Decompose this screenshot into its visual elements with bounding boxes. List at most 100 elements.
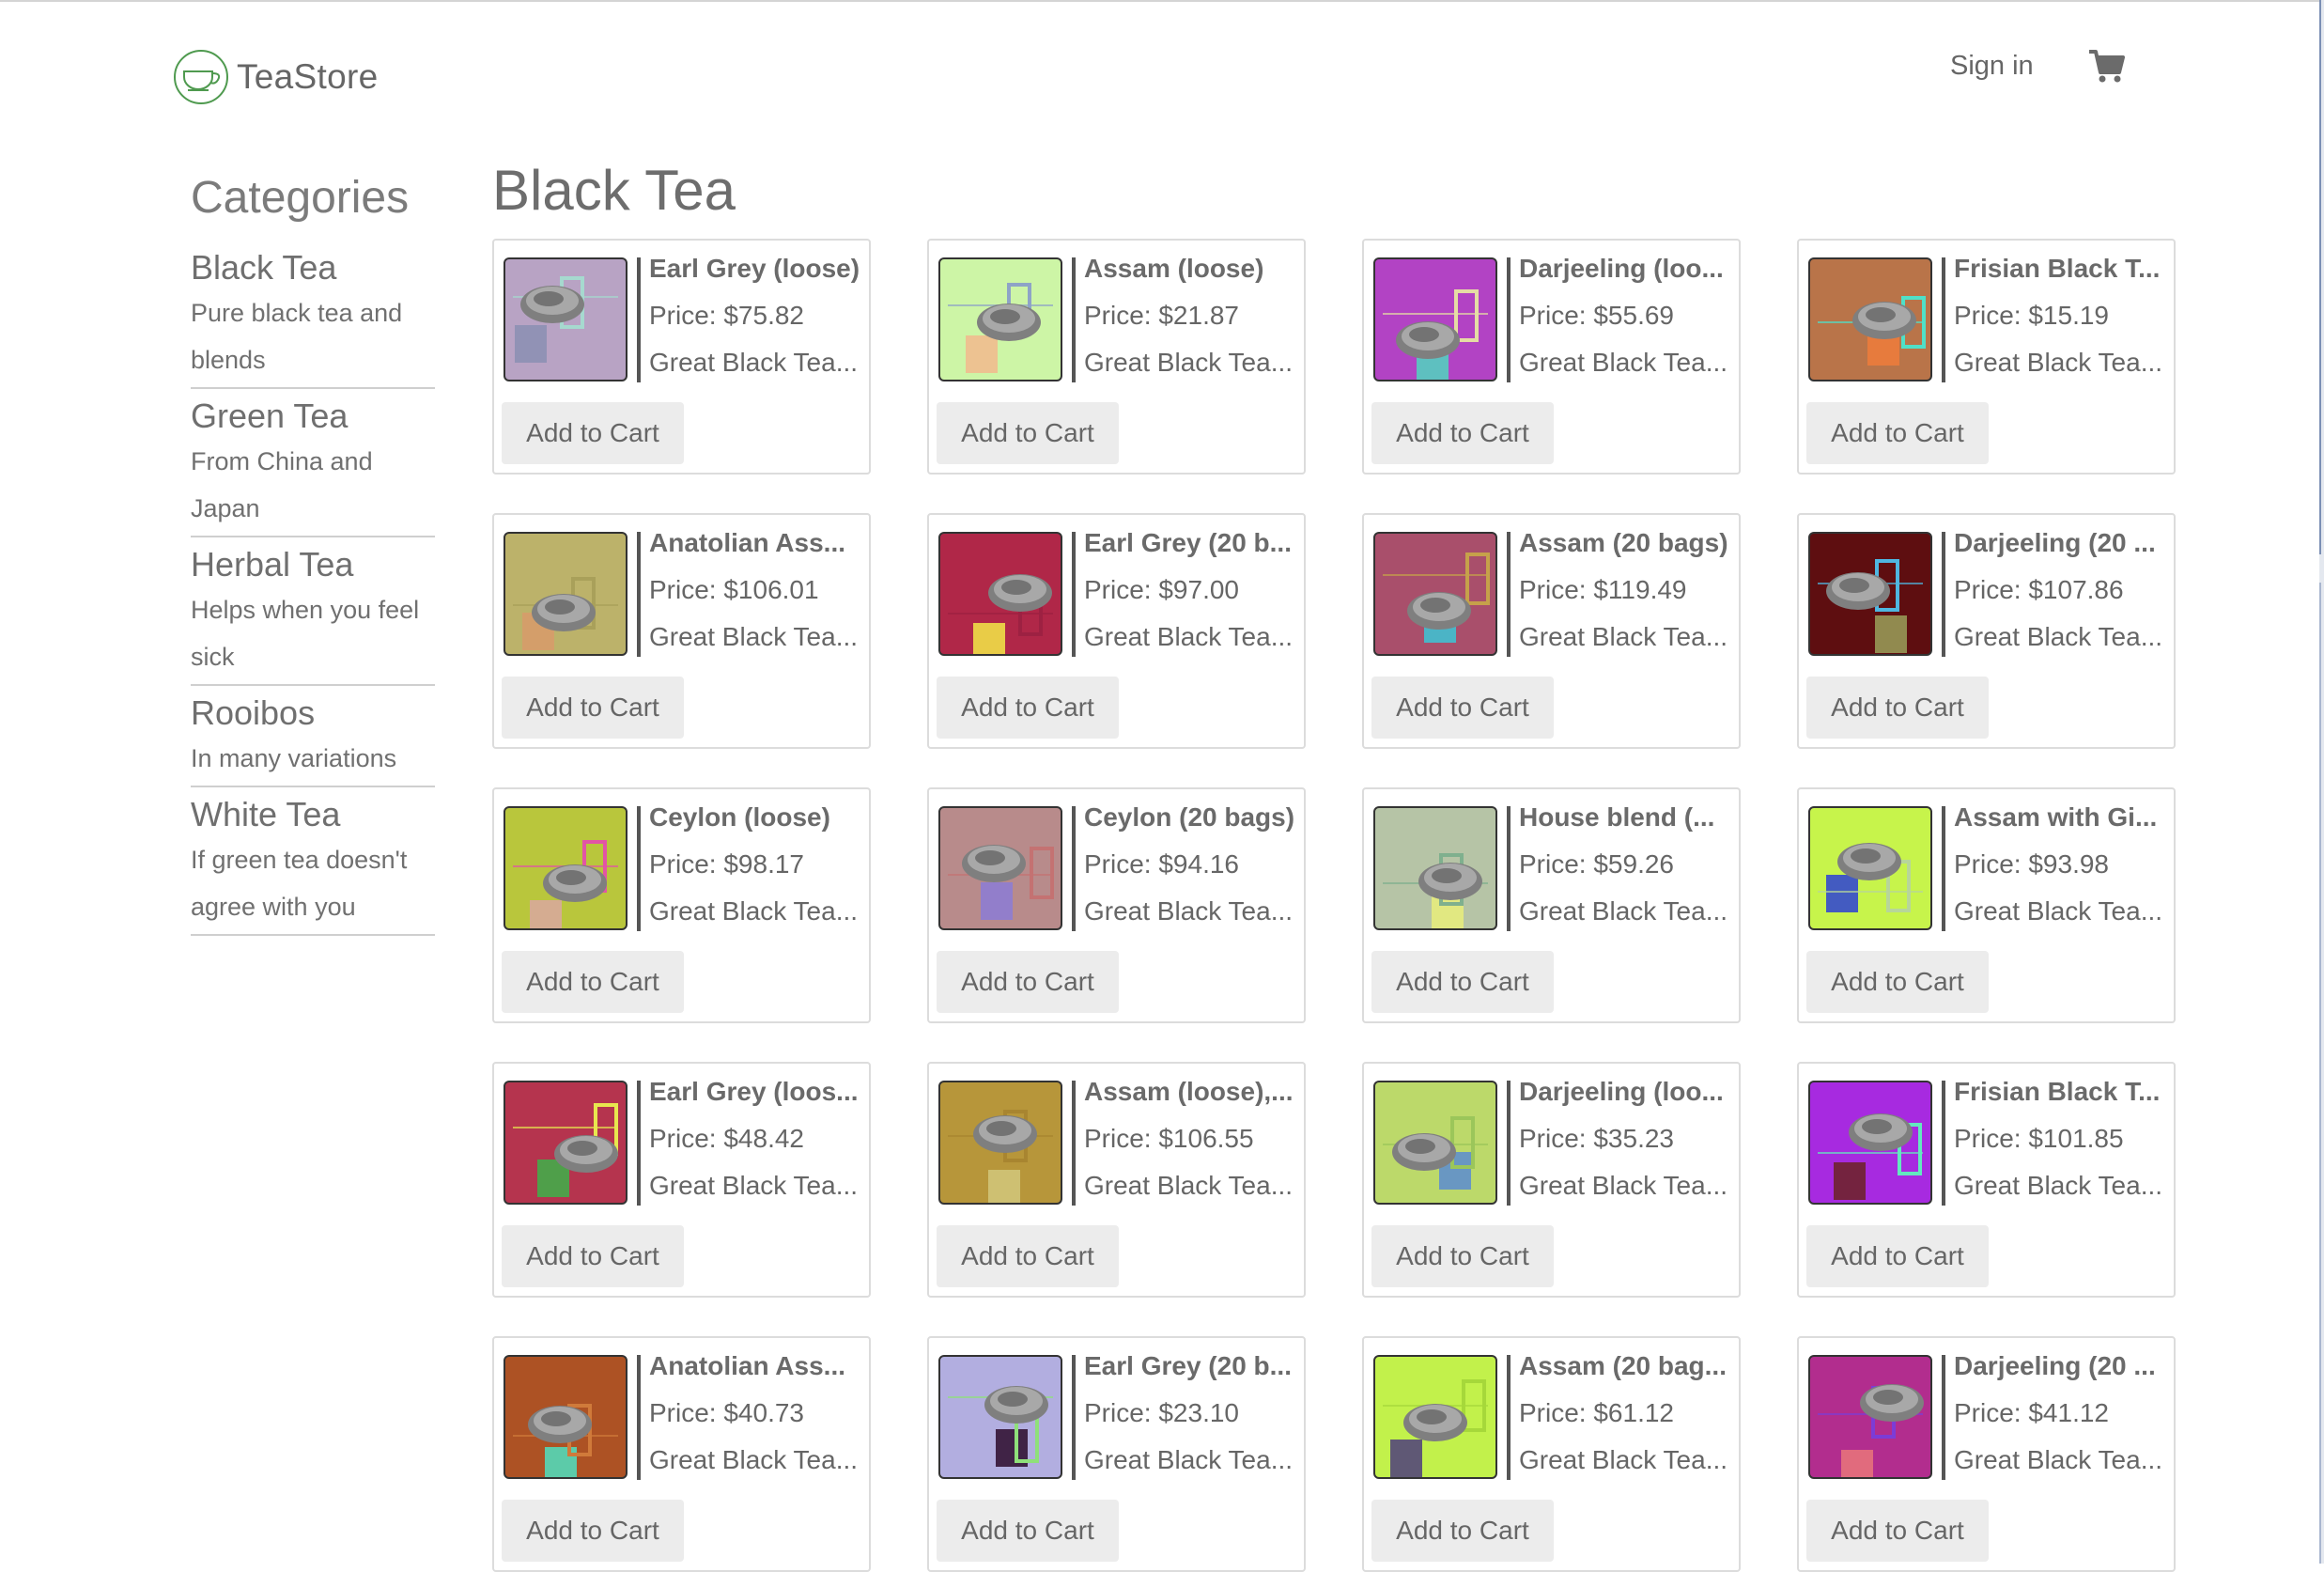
product-card: Darjeeling (loo... Price: $55.69 Great Bla… <box>1362 239 1741 475</box>
add-to-cart-button[interactable]: Add to Cart <box>1806 1500 1989 1562</box>
product-card: Earl Grey (20 b... Price: $23.10 Great Bla… <box>927 1336 1306 1572</box>
product-name[interactable]: Darjeeling (loo... <box>1519 254 1733 284</box>
product-price: Price: $48.42 <box>649 1124 804 1153</box>
product-price: Price: $35.23 <box>1519 1124 1674 1153</box>
add-to-cart-button[interactable]: Add to Cart <box>937 677 1119 739</box>
product-name[interactable]: Darjeeling (20 ... <box>1954 1351 2168 1381</box>
product-image[interactable] <box>938 532 1062 656</box>
brand-name: TeaStore <box>237 57 379 96</box>
product-image[interactable] <box>504 257 627 381</box>
product-image[interactable] <box>1808 532 1932 656</box>
product-card: Anatolian Ass... Price: $40.73 Great Black… <box>492 1336 871 1572</box>
category-white-tea[interactable]: White Tea If green tea doesn't agree wit… <box>191 793 435 936</box>
add-to-cart-button[interactable]: Add to Cart <box>1806 951 1989 1013</box>
product-price: Price: $40.73 <box>649 1398 804 1427</box>
product-card: Darjeeling (20 ... Price: $41.12 Great Bla… <box>1797 1336 2176 1572</box>
product-name[interactable]: Earl Grey (loose) <box>649 254 863 284</box>
product-image[interactable] <box>1373 532 1497 656</box>
add-to-cart-button[interactable]: Add to Cart <box>1371 1225 1554 1287</box>
add-to-cart-button[interactable]: Add to Cart <box>937 1225 1119 1287</box>
product-name[interactable]: Assam (loose),... <box>1084 1077 1298 1107</box>
product-description: Great Black Tea... <box>649 896 859 926</box>
category-name: Green Tea <box>191 397 349 435</box>
product-image[interactable] <box>1373 257 1497 381</box>
add-to-cart-button[interactable]: Add to Cart <box>502 677 684 739</box>
product-image[interactable] <box>1808 1081 1932 1205</box>
product-image[interactable] <box>504 1355 627 1479</box>
shopping-cart-icon[interactable] <box>2087 47 2125 85</box>
add-to-cart-button[interactable]: Add to Cart <box>502 402 684 464</box>
page-title: Black Tea <box>492 159 736 222</box>
product-price: Price: $119.49 <box>1519 575 1687 604</box>
add-to-cart-button[interactable]: Add to Cart <box>1806 677 1989 739</box>
category-green-tea[interactable]: Green Tea From China and Japan <box>191 395 435 537</box>
product-image[interactable] <box>1808 257 1932 381</box>
product-card: Assam (loose) Price: $21.87 Great Black Te… <box>927 239 1306 475</box>
product-name[interactable]: Darjeeling (20 ... <box>1954 528 2168 558</box>
category-rooibos[interactable]: Rooibos In many variations <box>191 692 435 787</box>
product-name[interactable]: Assam with Gi... <box>1954 802 2168 833</box>
product-card: Frisian Black T... Price: $15.19 Great Bla… <box>1797 239 2176 475</box>
category-herbal-tea[interactable]: Herbal Tea Helps when you feel sick <box>191 543 435 686</box>
scrollbar-track[interactable] <box>2319 583 2321 1564</box>
add-to-cart-button[interactable]: Add to Cart <box>1806 402 1989 464</box>
product-image[interactable] <box>938 1355 1062 1479</box>
product-image[interactable] <box>1808 1355 1932 1479</box>
product-price: Price: $94.16 <box>1084 849 1239 879</box>
product-image[interactable] <box>1373 1355 1497 1479</box>
product-image[interactable] <box>1373 806 1497 930</box>
product-name[interactable]: Anatolian Ass... <box>649 1351 863 1381</box>
add-to-cart-button[interactable]: Add to Cart <box>1371 402 1554 464</box>
product-image[interactable] <box>938 806 1062 930</box>
product-image[interactable] <box>938 257 1062 381</box>
add-to-cart-button[interactable]: Add to Cart <box>502 1500 684 1562</box>
product-name[interactable]: House blend (... <box>1519 802 1733 833</box>
scrollbar-indicator[interactable] <box>2319 0 2321 554</box>
add-to-cart-button[interactable]: Add to Cart <box>1371 677 1554 739</box>
product-description: Great Black Tea... <box>1084 1445 1294 1474</box>
product-name[interactable]: Assam (20 bags) <box>1519 528 1733 558</box>
product-name[interactable]: Ceylon (20 bags) <box>1084 802 1298 833</box>
add-to-cart-button[interactable]: Add to Cart <box>1371 1500 1554 1562</box>
add-to-cart-button[interactable]: Add to Cart <box>1371 951 1554 1013</box>
product-price: Price: $97.00 <box>1084 575 1239 604</box>
category-description: In many variations <box>191 744 397 772</box>
categories-heading: Categories <box>191 173 410 223</box>
product-name[interactable]: Frisian Black T... <box>1954 1077 2168 1107</box>
product-name[interactable]: Assam (loose) <box>1084 254 1298 284</box>
product-description: Great Black Tea... <box>1519 1171 1728 1200</box>
add-to-cart-button[interactable]: Add to Cart <box>937 1500 1119 1562</box>
product-name[interactable]: Darjeeling (loo... <box>1519 1077 1733 1107</box>
add-to-cart-button[interactable]: Add to Cart <box>1806 1225 1989 1287</box>
product-name[interactable]: Anatolian Ass... <box>649 528 863 558</box>
card-divider <box>1072 1355 1076 1480</box>
product-image[interactable] <box>504 532 627 656</box>
product-image[interactable] <box>938 1081 1062 1205</box>
add-to-cart-button[interactable]: Add to Cart <box>502 951 684 1013</box>
add-to-cart-button[interactable]: Add to Cart <box>502 1225 684 1287</box>
product-image[interactable] <box>504 806 627 930</box>
add-to-cart-button[interactable]: Add to Cart <box>937 951 1119 1013</box>
product-image[interactable] <box>1373 1081 1497 1205</box>
teastore-logo-link[interactable]: TeaStore <box>173 49 379 105</box>
product-name[interactable]: Earl Grey (20 b... <box>1084 528 1298 558</box>
product-name[interactable]: Ceylon (loose) <box>649 802 863 833</box>
product-name[interactable]: Earl Grey (20 b... <box>1084 1351 1298 1381</box>
product-description: Great Black Tea... <box>1084 1171 1294 1200</box>
window-edge <box>2319 0 2324 1564</box>
category-black-tea[interactable]: Black Tea Pure black tea and blends <box>191 246 435 389</box>
card-divider <box>1507 257 1511 382</box>
product-description: Great Black Tea... <box>1519 1445 1728 1474</box>
add-to-cart-button[interactable]: Add to Cart <box>937 402 1119 464</box>
product-image[interactable] <box>1808 806 1932 930</box>
sign-in-link[interactable]: Sign in <box>1950 51 2034 82</box>
product-name[interactable]: Assam (20 bag... <box>1519 1351 1733 1381</box>
product-image[interactable] <box>504 1081 627 1205</box>
product-name[interactable]: Earl Grey (loos... <box>649 1077 863 1107</box>
card-divider <box>1507 1355 1511 1480</box>
card-divider <box>1942 806 1945 931</box>
card-divider <box>1072 1081 1076 1206</box>
product-price: Price: $106.55 <box>1084 1124 1254 1153</box>
product-description: Great Black Tea... <box>1954 1445 2163 1474</box>
product-name[interactable]: Frisian Black T... <box>1954 254 2168 284</box>
